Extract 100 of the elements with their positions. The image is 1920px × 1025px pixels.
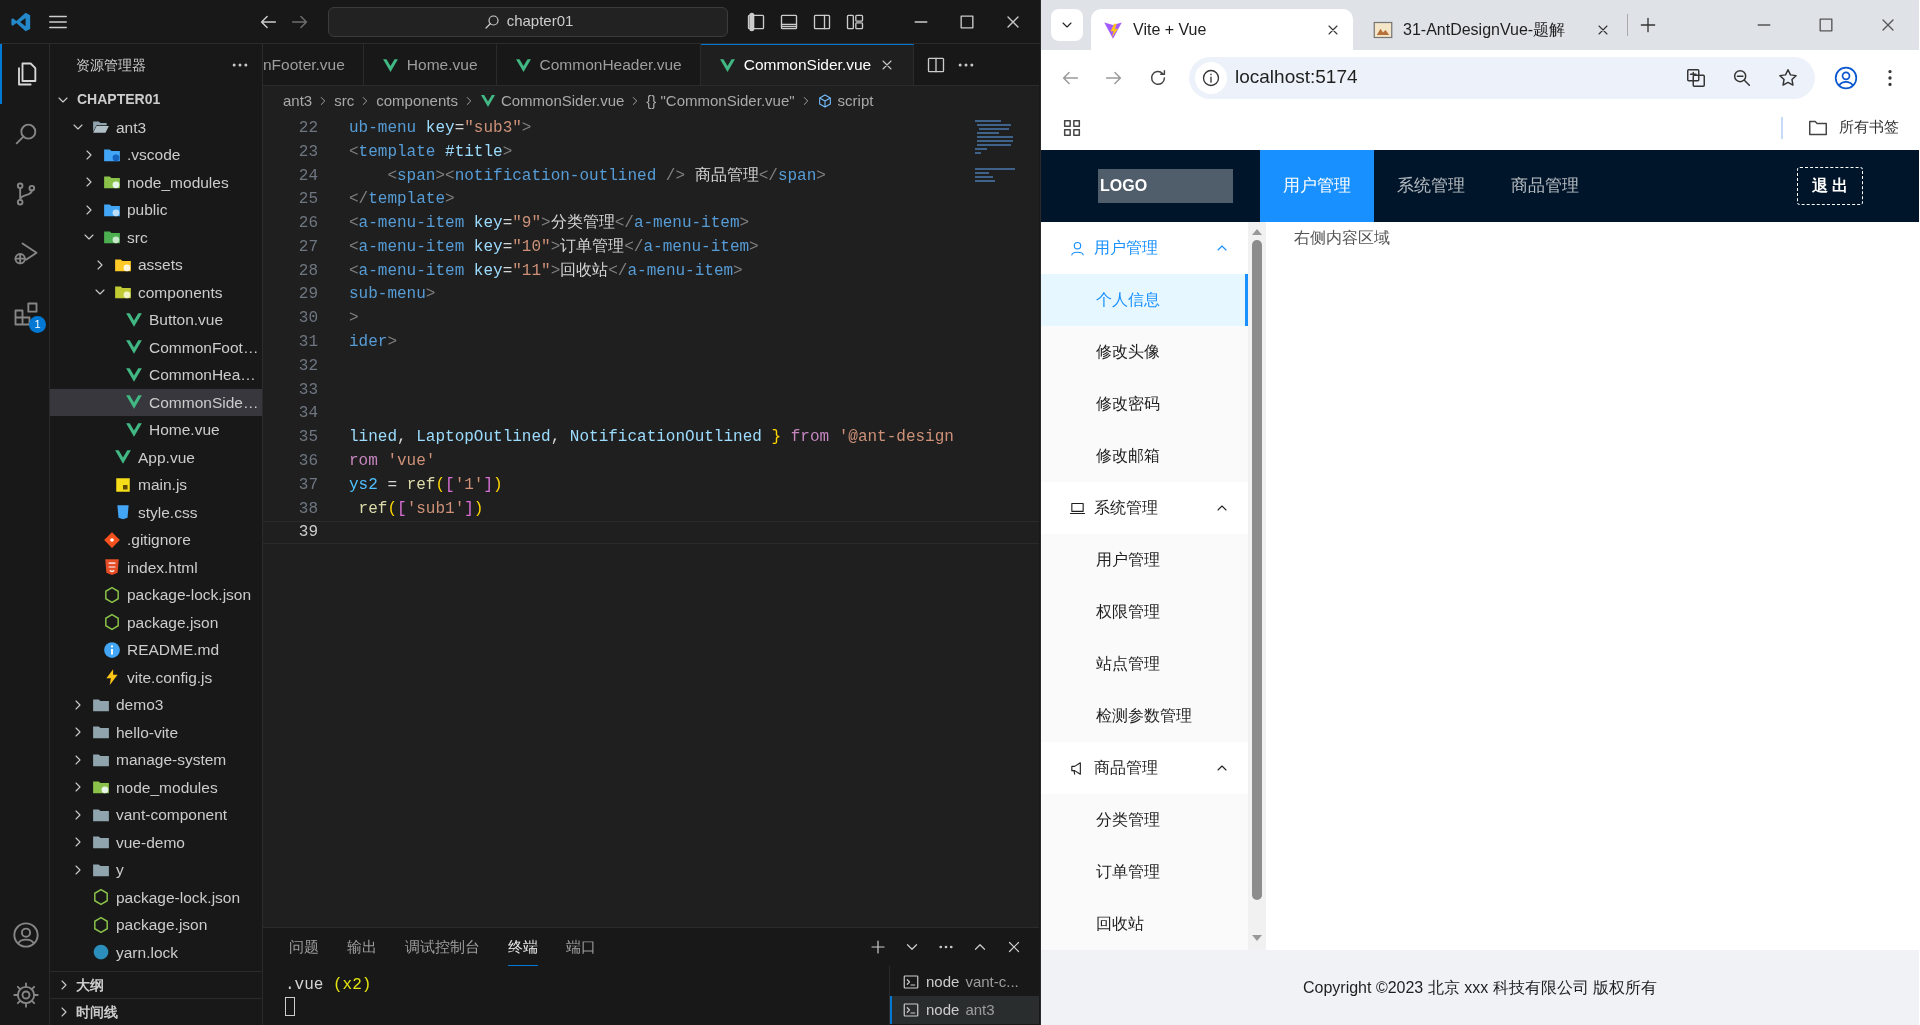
site-info-icon[interactable]	[1195, 61, 1227, 94]
terminal-item[interactable]: node ant3	[890, 996, 1039, 1024]
folder-item[interactable]: demo3	[50, 691, 262, 719]
address-bar[interactable]: localhost:5174	[1189, 56, 1815, 99]
folder-item[interactable]: node_modules	[50, 773, 262, 801]
menu-item[interactable]: 站点管理	[1041, 638, 1248, 690]
submenu-title[interactable]: 商品管理	[1041, 742, 1248, 794]
content-text: 右侧内容区域	[1293, 228, 1391, 248]
menu-item[interactable]: 修改头像	[1041, 326, 1248, 378]
line-number: 32	[297, 355, 318, 377]
folder-item[interactable]: public	[50, 196, 262, 224]
line-number: 33	[297, 379, 318, 401]
vue-icon	[125, 365, 143, 384]
browser-tab[interactable]: 31-AntDesignVue-题解	[1361, 9, 1623, 50]
file-item[interactable]: App.vue	[50, 443, 262, 471]
breadcrumb-item[interactable]: script	[816, 89, 874, 113]
hexagon-icon	[92, 915, 110, 934]
vue-icon	[514, 56, 532, 74]
menu-item[interactable]: 分类管理	[1041, 794, 1248, 846]
split-editor-icon[interactable]	[926, 55, 947, 75]
panel-tab[interactable]: 端口	[566, 936, 596, 966]
breadcrumb-item[interactable]: CommonSider.vue	[479, 89, 625, 113]
code-line: lined, LaptopOutlined, NotificationOutlined } from '@ant-design	[349, 427, 954, 449]
file-item[interactable]: index.html	[50, 553, 262, 581]
new-tab-icon[interactable]	[1638, 15, 1658, 35]
file-item[interactable]: CommonFoot…	[50, 333, 262, 361]
file-item[interactable]: package-lock.json	[50, 883, 262, 911]
file-item[interactable]: .gitignore	[50, 526, 262, 554]
star-icon[interactable]	[1777, 66, 1799, 89]
panel-tab[interactable]: 输出	[347, 936, 377, 966]
line-number: 24	[297, 165, 318, 187]
code-line: ref(['sub1'])	[357, 498, 484, 520]
terminal-line: .vue (x2)	[285, 976, 372, 994]
editor-tab[interactable]: CommonSider.vue	[700, 44, 915, 85]
file-item[interactable]: package.json	[50, 911, 262, 939]
code-line: sub-menu>	[349, 284, 436, 306]
info-icon	[103, 640, 121, 659]
breadcrumb-item[interactable]: ant3	[283, 89, 313, 113]
folder-item[interactable]: manage-system	[50, 746, 262, 774]
logout-button[interactable]: 退 出	[1796, 167, 1863, 205]
file-item[interactable]: package-lock.json	[50, 581, 262, 609]
add-icon[interactable]	[869, 938, 887, 956]
copyright-text: Copyright ©2023 北京 xxx 科技有限公司 版权所有	[1041, 950, 1919, 1025]
tree-root[interactable]: CHAPTER01	[50, 86, 262, 114]
explorer-title: 资源管理器	[76, 55, 146, 75]
browser-tab[interactable]: Vite + Vue	[1091, 9, 1353, 50]
breadcrumb-item[interactable]: src	[334, 89, 355, 113]
folder-item[interactable]: vant-component	[50, 801, 262, 829]
line-number: 38	[297, 498, 318, 520]
section-header[interactable]: 大纲	[50, 971, 262, 998]
git-icon	[103, 530, 121, 549]
file-item[interactable]: README.md	[50, 636, 262, 664]
search-field[interactable]: chapter01	[328, 6, 728, 37]
nav-item[interactable]: 商品管理	[1488, 150, 1602, 222]
breadcrumb-item[interactable]: {} "CommonSider.vue"	[646, 89, 795, 113]
folder-item[interactable]: .vscode	[50, 141, 262, 169]
translate-icon[interactable]	[1685, 66, 1707, 89]
panel-tab[interactable]: 问题	[289, 936, 319, 966]
folder-item[interactable]: node_modules	[50, 168, 262, 196]
menu-item[interactable]: 用户管理	[1041, 534, 1248, 586]
code-line: <a-menu-item key="10">订单管理</a-menu-item>	[349, 236, 759, 258]
folder-item[interactable]: src	[50, 223, 262, 251]
badge-count: 1	[29, 316, 46, 333]
scrollbar[interactable]	[1248, 222, 1266, 950]
terminal-item[interactable]: node vant-c...	[890, 968, 1039, 996]
file-item[interactable]: package.json	[50, 608, 262, 636]
bookmark-folder[interactable]: 所有书签	[1801, 115, 1905, 140]
file-item[interactable]: main.js	[50, 471, 262, 499]
panel-tab[interactable]: 终端	[508, 936, 538, 966]
menu-item[interactable]: 检测参数管理	[1041, 690, 1248, 742]
file-item[interactable]: vite.config.js	[50, 663, 262, 691]
file-item[interactable]: CommonSide…	[50, 388, 262, 416]
editor-tab[interactable]: nFooter.vue	[263, 44, 364, 85]
folder-item[interactable]: y	[50, 856, 262, 884]
code-line: <a-menu-item key="11">回收站</a-menu-item>	[349, 260, 743, 282]
scrollbar-thumb[interactable]	[1252, 240, 1262, 900]
menu-item[interactable]: 订单管理	[1041, 846, 1248, 898]
breadcrumb-item[interactable]: components	[376, 89, 458, 113]
menu-item[interactable]: 权限管理	[1041, 586, 1248, 638]
folder-item[interactable]: components	[50, 278, 262, 306]
file-item[interactable]: style.css	[50, 498, 262, 526]
submenu-title[interactable]: 系统管理	[1041, 482, 1248, 534]
file-item[interactable]: yarn.lock	[50, 938, 262, 966]
folder-item[interactable]: ant3	[50, 113, 262, 141]
line-number: 22	[297, 117, 318, 139]
file-item[interactable]: CommonHea…	[50, 361, 262, 389]
nav-item[interactable]: 系统管理	[1374, 150, 1488, 222]
folder-item[interactable]: hello-vite	[50, 718, 262, 746]
folder-item[interactable]: vue-demo	[50, 828, 262, 856]
sidebar-layout-icon[interactable]	[746, 11, 766, 32]
panel-tab[interactable]: 调试控制台	[405, 936, 480, 966]
folder-item[interactable]: assets	[50, 251, 262, 279]
file-item[interactable]: Home.vue	[50, 416, 262, 444]
code-line: <span><notification-outlined /> 商品管理</span>	[386, 165, 826, 187]
menu-item[interactable]: 修改邮箱	[1041, 430, 1248, 482]
section-header[interactable]: 时间线	[50, 998, 262, 1025]
menu-item[interactable]: 回收站	[1041, 898, 1248, 950]
file-item[interactable]: Button.vue	[50, 306, 262, 334]
menu-item[interactable]: 修改密码	[1041, 378, 1248, 430]
blocks-button[interactable]: 1	[0, 284, 50, 344]
